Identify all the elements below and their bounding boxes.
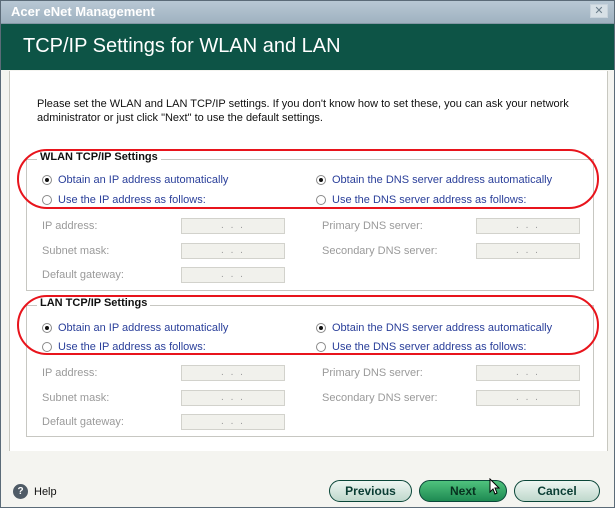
wlan-primary-dns-field[interactable]: . . . (476, 218, 580, 234)
wlan-subnet-field[interactable]: . . . (181, 243, 285, 259)
radio-selected-icon[interactable] (316, 323, 326, 333)
wlan-ip-auto-radio[interactable]: Obtain an IP address automatically (42, 174, 228, 186)
wlan-ip-address-field[interactable]: . . . (181, 218, 285, 234)
wlan-settings-group: WLAN TCP/IP Settings Obtain an IP addres… (26, 151, 594, 291)
intro-text: Please set the WLAN and LAN TCP/IP setti… (37, 98, 569, 124)
lan-dns-auto-label: Obtain the DNS server address automatica… (332, 322, 553, 334)
wlan-secondary-dns-field[interactable]: . . . (476, 243, 580, 259)
lan-dns-manual-label: Use the DNS server address as follows: (332, 341, 527, 353)
wlan-ip-address-label: IP address: (42, 220, 98, 232)
wlan-secondary-dns-label: Secondary DNS server: (322, 245, 438, 257)
radio-selected-icon[interactable] (42, 175, 52, 185)
wlan-gateway-field[interactable]: . . . (181, 267, 285, 283)
window-title: Acer eNet Management (11, 4, 155, 19)
lan-ip-manual-radio[interactable]: Use the IP address as follows: (42, 341, 206, 353)
lan-subnet-label: Subnet mask: (42, 392, 110, 404)
dialog-window: Acer eNet Management ✕ TCP/IP Settings f… (0, 0, 615, 508)
radio-unselected-icon[interactable] (316, 195, 326, 205)
help-link[interactable]: ? Help (13, 484, 57, 499)
help-label: Help (34, 485, 57, 498)
radio-unselected-icon[interactable] (42, 342, 52, 352)
page-title: TCP/IP Settings for WLAN and LAN (23, 35, 341, 57)
mouse-cursor-icon (489, 478, 501, 495)
lan-subnet-field[interactable]: . . . (181, 390, 285, 406)
lan-ip-manual-label: Use the IP address as follows: (58, 341, 206, 353)
wlan-ip-auto-label: Obtain an IP address automatically (58, 174, 229, 186)
wlan-gateway-label: Default gateway: (42, 269, 124, 281)
previous-button[interactable]: Previous (329, 480, 412, 502)
radio-unselected-icon[interactable] (42, 195, 52, 205)
lan-settings-group: LAN TCP/IP Settings Obtain an IP address… (26, 297, 594, 437)
wlan-dns-auto-radio[interactable]: Obtain the DNS server address automatica… (316, 174, 552, 186)
settings-panel: Please set the WLAN and LAN TCP/IP setti… (9, 71, 608, 451)
wlan-ip-manual-label: Use the IP address as follows: (58, 194, 206, 206)
help-icon[interactable]: ? (13, 484, 28, 499)
wlan-primary-dns-label: Primary DNS server: (322, 220, 423, 232)
wlan-ip-manual-radio[interactable]: Use the IP address as follows: (42, 194, 206, 206)
lan-ip-address-field[interactable]: . . . (181, 365, 285, 381)
wlan-dns-auto-label: Obtain the DNS server address automatica… (332, 174, 553, 186)
lan-ip-auto-radio[interactable]: Obtain an IP address automatically (42, 322, 228, 334)
lan-dns-auto-radio[interactable]: Obtain the DNS server address automatica… (316, 322, 552, 334)
lan-primary-dns-label: Primary DNS server: (322, 367, 423, 379)
cancel-button[interactable]: Cancel (514, 480, 600, 502)
dialog-footer: ? Help Previous Next Cancel (1, 453, 614, 507)
title-bar[interactable]: Acer eNet Management ✕ (1, 1, 614, 24)
lan-ip-auto-label: Obtain an IP address automatically (58, 322, 229, 334)
close-icon[interactable]: ✕ (590, 4, 608, 18)
wlan-dns-manual-radio[interactable]: Use the DNS server address as follows: (316, 194, 526, 206)
lan-secondary-dns-label: Secondary DNS server: (322, 392, 438, 404)
lan-dns-manual-radio[interactable]: Use the DNS server address as follows: (316, 341, 526, 353)
wlan-group-legend: WLAN TCP/IP Settings (37, 151, 161, 163)
page-header: TCP/IP Settings for WLAN and LAN (1, 24, 614, 70)
wlan-dns-manual-label: Use the DNS server address as follows: (332, 194, 527, 206)
lan-primary-dns-field[interactable]: . . . (476, 365, 580, 381)
lan-gateway-field[interactable]: . . . (181, 414, 285, 430)
radio-selected-icon[interactable] (316, 175, 326, 185)
lan-gateway-label: Default gateway: (42, 416, 124, 428)
lan-secondary-dns-field[interactable]: . . . (476, 390, 580, 406)
radio-selected-icon[interactable] (42, 323, 52, 333)
radio-unselected-icon[interactable] (316, 342, 326, 352)
lan-ip-address-label: IP address: (42, 367, 98, 379)
wlan-subnet-label: Subnet mask: (42, 245, 110, 257)
lan-group-legend: LAN TCP/IP Settings (37, 297, 151, 309)
